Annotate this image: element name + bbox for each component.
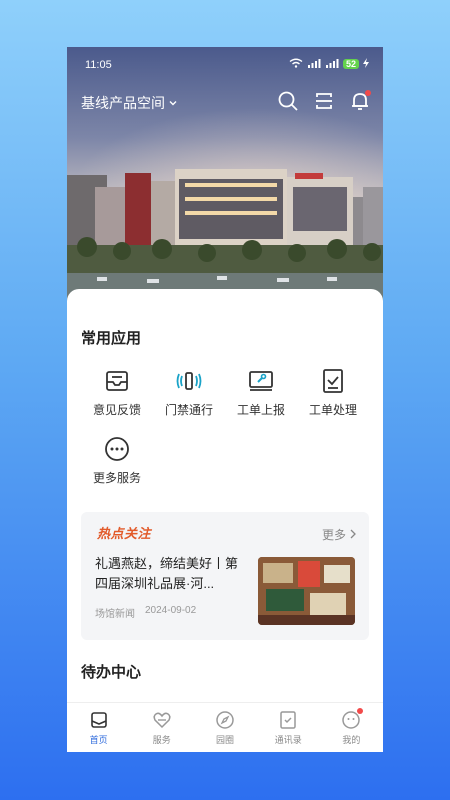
app-label: 工单上报	[236, 403, 285, 417]
contacts-icon	[278, 710, 298, 730]
compass-icon	[215, 710, 235, 730]
news-meta: 场馆新闻 2024-09-02	[95, 605, 196, 620]
home-content: 常用应用 意见反馈 门禁通行 工单上报 工单处理 更多服务 热点关注 更多 礼遇…	[67, 289, 383, 702]
app-label: 意见反馈	[92, 403, 141, 417]
tab-contacts[interactable]: 通讯录	[257, 703, 320, 752]
chevron-down-icon	[168, 95, 178, 111]
tab-home[interactable]: 首页	[67, 703, 130, 752]
status-icons: 52	[289, 58, 369, 70]
hot-news-brand: 热点关注	[97, 526, 152, 541]
news-more-link[interactable]: 更多	[322, 526, 357, 543]
tab-label: 首页	[89, 735, 108, 745]
tab-label: 通讯录	[274, 735, 302, 745]
building-illustration	[67, 169, 383, 307]
bottom-tab-bar: 首页 服务 园圈 通讯录 我的	[67, 702, 383, 752]
news-title[interactable]: 礼遇燕赵，缔结美好丨第四届深圳礼品展·河...	[95, 554, 245, 594]
news-thumbnail[interactable]	[258, 557, 355, 625]
top-actions	[277, 90, 371, 112]
work-order-report-icon	[247, 367, 275, 395]
charging-icon	[363, 58, 369, 70]
profile-badge	[357, 708, 364, 714]
space-name: 基线产品空间	[81, 95, 165, 111]
app-label: 门禁通行	[164, 403, 213, 417]
top-bar: 基线产品空间	[67, 87, 383, 117]
signal-icon-2	[325, 58, 339, 70]
app-work-order-report[interactable]: 工单上报	[225, 367, 297, 418]
home-icon	[89, 710, 109, 730]
app-feedback[interactable]: 意见反馈	[81, 367, 153, 418]
work-order-process-icon	[319, 367, 347, 395]
news-source: 场馆新闻	[95, 609, 135, 620]
tab-service[interactable]: 服务	[130, 703, 193, 752]
tab-label: 我的	[342, 735, 361, 745]
tab-label: 园圈	[216, 735, 235, 745]
tab-label: 服务	[152, 735, 171, 745]
phone-screen: 11:05 52 基线产品空间 常用应用 意见反馈 门禁通行 工单上报 工单处理…	[67, 47, 383, 752]
news-date: 2024-09-02	[145, 605, 197, 616]
app-label: 更多服务	[92, 471, 141, 485]
profile-icon	[341, 708, 364, 730]
hot-news-card[interactable]: 热点关注 更多 礼遇燕赵，缔结美好丨第四届深圳礼品展·河... 场馆新闻 202…	[81, 512, 369, 640]
status-bar: 11:05 52	[67, 47, 383, 83]
battery-indicator: 52	[342, 59, 359, 69]
service-icon	[152, 710, 172, 730]
common-apps-title: 常用应用	[81, 330, 142, 347]
tab-profile[interactable]: 我的	[320, 703, 383, 752]
space-selector[interactable]: 基线产品空间	[81, 93, 178, 113]
bell-icon[interactable]	[349, 90, 371, 112]
news-more-label: 更多	[321, 528, 346, 542]
access-control-icon	[175, 367, 203, 395]
app-more-services[interactable]: 更多服务	[81, 435, 153, 486]
feedback-icon	[103, 367, 131, 395]
tab-circle[interactable]: 园圈	[193, 703, 256, 752]
news-thumbnail-image	[258, 557, 355, 625]
app-work-order-process[interactable]: 工单处理	[297, 367, 369, 418]
chevron-right-icon	[349, 528, 357, 542]
notification-badge	[365, 90, 371, 96]
app-access-control[interactable]: 门禁通行	[153, 367, 225, 418]
search-icon[interactable]	[277, 90, 299, 112]
more-services-icon	[103, 435, 131, 463]
wifi-icon	[289, 58, 303, 70]
signal-icon	[307, 58, 321, 70]
hero-banner: 11:05 52 基线产品空间	[67, 47, 383, 307]
todo-center-title: 待办中心	[81, 664, 142, 681]
app-label: 工单处理	[308, 403, 357, 417]
scan-icon[interactable]	[313, 90, 335, 112]
status-time: 11:05	[85, 59, 112, 71]
